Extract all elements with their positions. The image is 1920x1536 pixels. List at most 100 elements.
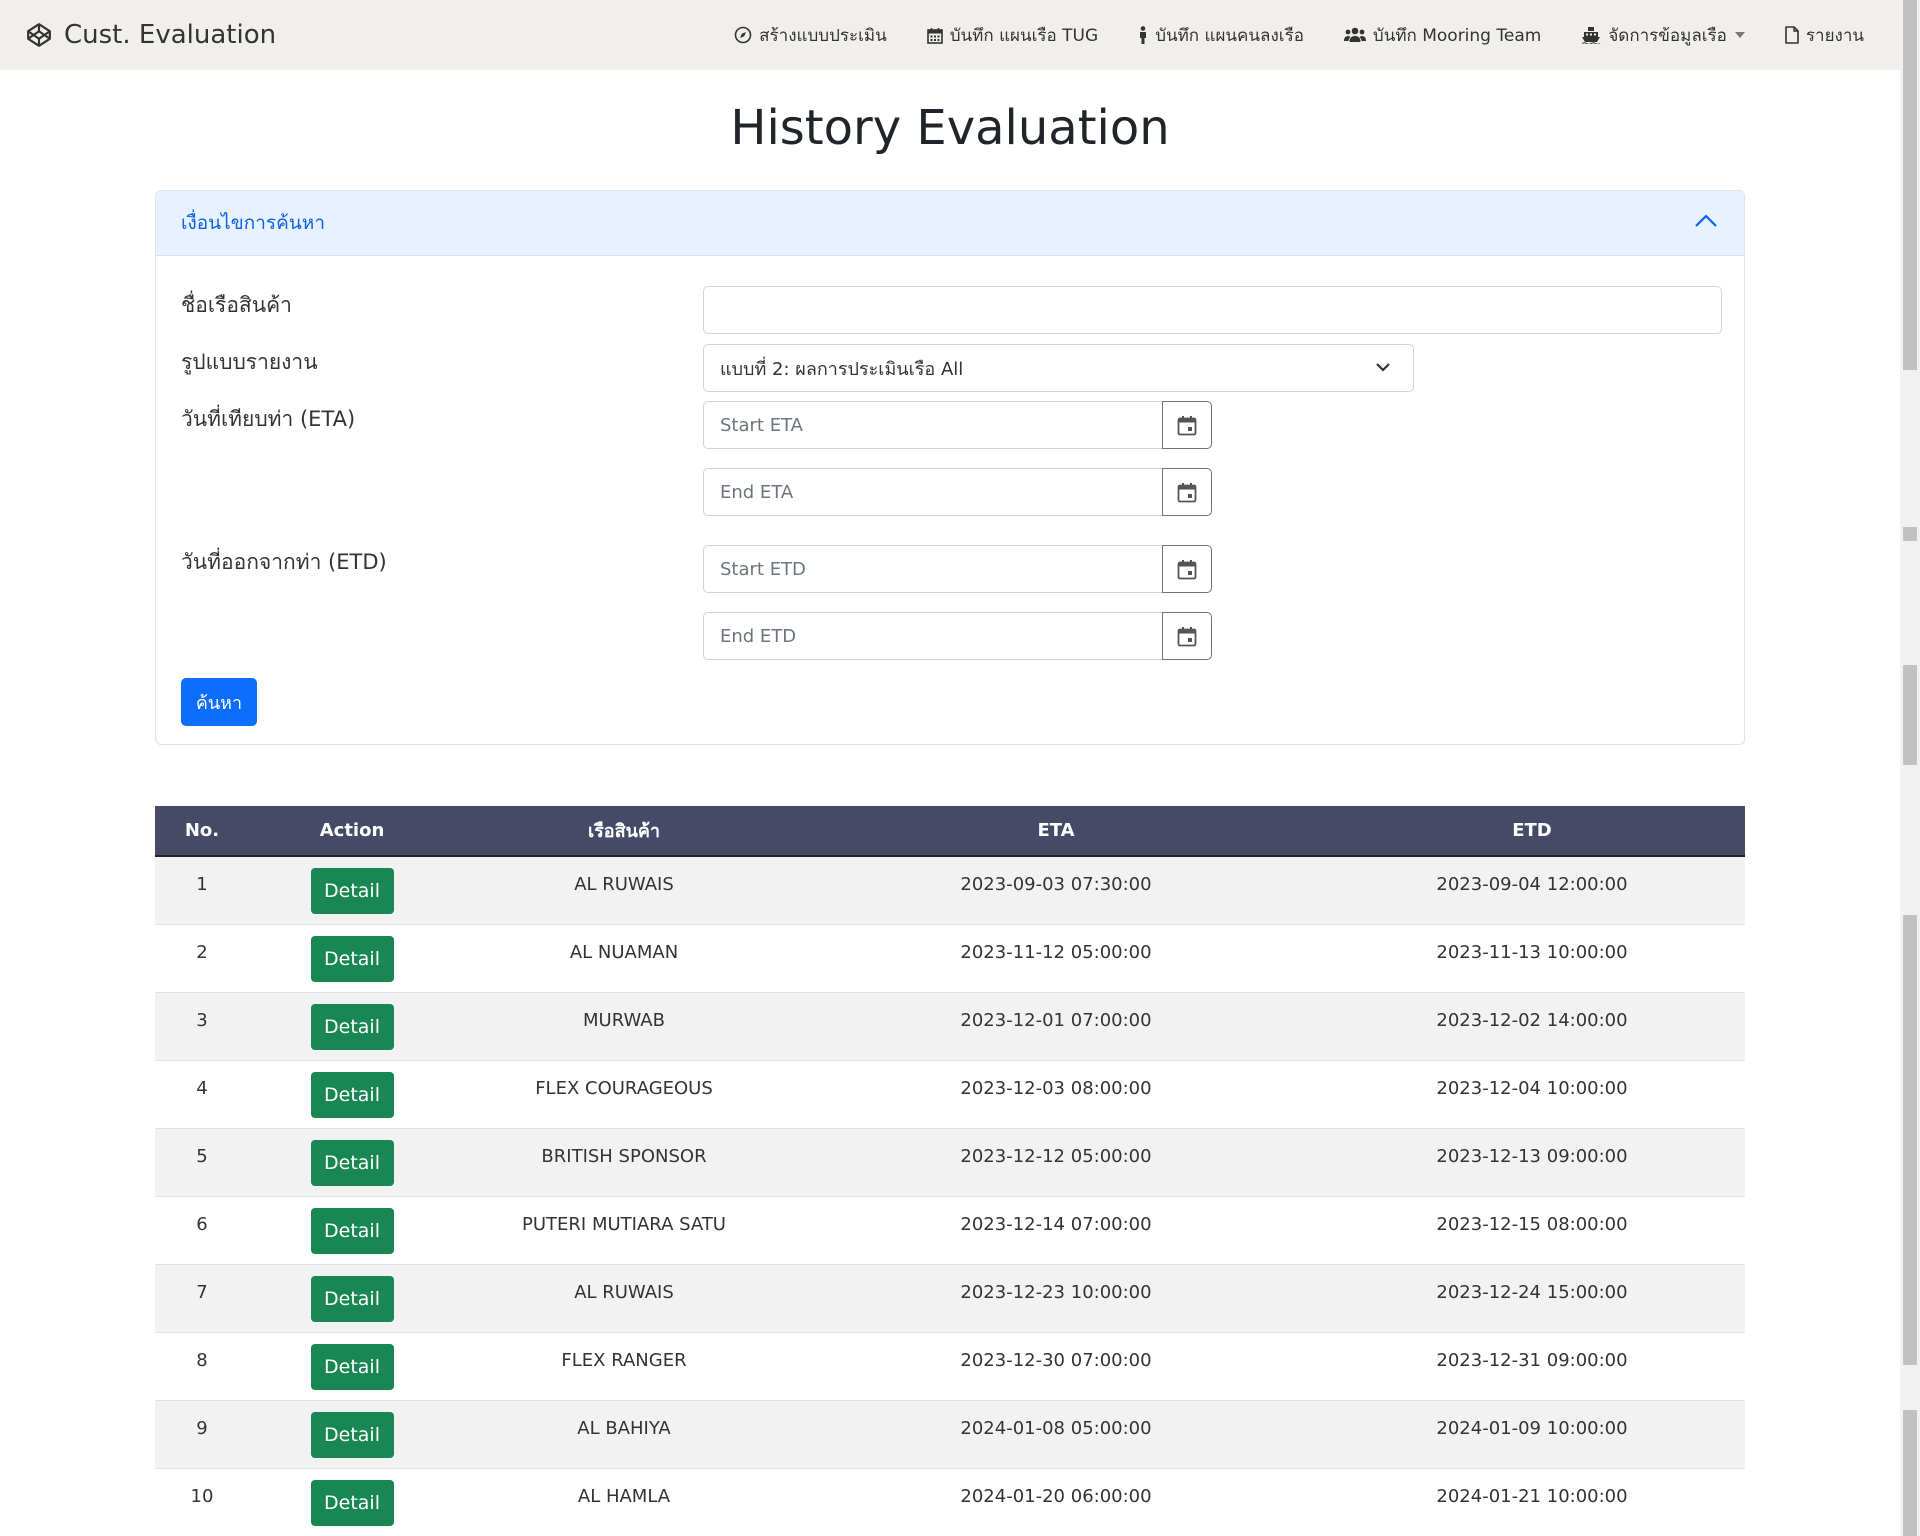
detail-button[interactable]: Detail: [310, 1276, 394, 1322]
start-etd-group: Start ETD: [703, 545, 1212, 593]
cell-no: 7: [196, 1282, 208, 1303]
cell-action: Detail: [249, 1129, 455, 1196]
start-eta-input[interactable]: Start ETA: [703, 401, 1163, 449]
scrollbar-thumb[interactable]: [1903, 915, 1917, 1365]
search-criteria-title: เงื่อนไขการค้นหา: [181, 212, 325, 234]
person-icon: [1140, 26, 1147, 44]
nav-label: สร้างแบบประเมิน: [759, 25, 887, 46]
cell-ship: FLEX COURAGEOUS: [535, 1078, 713, 1099]
scrollbar-thumb[interactable]: [1903, 0, 1917, 370]
cell-no: 1: [196, 874, 208, 895]
end-eta-group: End ETA: [703, 468, 1212, 516]
nav-menu: สร้างแบบประเมิน บันทึก แผนเรือ TUG บันทึ…: [694, 0, 1864, 70]
nav-item-ship-data-dropdown[interactable]: จัดการข้อมูลเรือ: [1581, 22, 1745, 49]
search-criteria-header[interactable]: เงื่อนไขการค้นหา: [156, 191, 1744, 256]
cell-eta: 2024-01-08 05:00:00: [960, 1418, 1152, 1439]
detail-button[interactable]: Detail: [310, 868, 394, 914]
cell-eta: 2023-12-03 08:00:00: [960, 1078, 1152, 1099]
table-row: 6 Detail PUTERI MUTIARA SATU 2023-12-14 07:…: [155, 1197, 1745, 1265]
nav-item-tug-plan[interactable]: บันทึก แผนเรือ TUG: [926, 22, 1099, 49]
cell-ship: AL RUWAIS: [574, 874, 674, 895]
cell-action: Detail: [249, 1469, 455, 1536]
scrollbar-thumb[interactable]: [1903, 665, 1917, 765]
ship-name-label: ชื่อเรือสินค้า: [181, 293, 292, 317]
cell-no: 6: [196, 1214, 208, 1235]
column-header-eta: ETA: [1037, 820, 1075, 841]
calendar-icon: [1177, 559, 1197, 579]
cell-no: 4: [196, 1078, 208, 1099]
end-etd-calendar-button[interactable]: [1162, 612, 1212, 660]
cell-etd: 2023-12-15 08:00:00: [1436, 1214, 1628, 1235]
cell-no: 8: [196, 1350, 208, 1371]
table-row: 5 Detail BRITISH SPONSOR 2023-12-12 05:00:0…: [155, 1129, 1745, 1197]
column-header-action: Action: [319, 820, 385, 841]
table-row: 2 Detail AL NUAMAN 2023-11-12 05:00:00 2023-…: [155, 925, 1745, 993]
nav-item-crew-plan[interactable]: บันทึก แผนคนลงเรือ: [1138, 22, 1304, 49]
column-header-ship: เรือสินค้า: [587, 821, 661, 842]
end-eta-input[interactable]: End ETA: [703, 468, 1163, 516]
cell-action: Detail: [249, 1333, 455, 1400]
cell-etd: 2023-11-13 10:00:00: [1436, 942, 1628, 963]
detail-button[interactable]: Detail: [310, 1140, 394, 1186]
column-header-etd: ETD: [1512, 820, 1552, 841]
cell-etd: 2024-01-09 10:00:00: [1436, 1418, 1628, 1439]
start-etd-input[interactable]: Start ETD: [703, 545, 1163, 593]
search-button[interactable]: ค้นหา: [181, 678, 257, 726]
detail-button[interactable]: Detail: [310, 1344, 394, 1390]
cell-action: Detail: [249, 1265, 455, 1332]
cell-ship: BRITISH SPONSOR: [541, 1146, 707, 1167]
nav-item-report[interactable]: รายงาน: [1785, 22, 1864, 49]
nav-item-mooring-team[interactable]: บันทึก Mooring Team: [1343, 22, 1542, 49]
start-etd-calendar-button[interactable]: [1162, 545, 1212, 593]
eta-label: วันที่เทียบท่า (ETA): [181, 407, 356, 431]
cell-etd: 2023-12-04 10:00:00: [1436, 1078, 1628, 1099]
table-body: 1 Detail AL RUWAIS 2023-09-03 07:30:00 2023-…: [155, 857, 1745, 1536]
detail-button[interactable]: Detail: [310, 1412, 394, 1458]
end-etd-input[interactable]: End ETD: [703, 612, 1163, 660]
detail-button[interactable]: Detail: [310, 1208, 394, 1254]
detail-button[interactable]: Detail: [310, 1072, 394, 1118]
search-criteria-panel: เงื่อนไขการค้นหา ชื่อเรือสินค้า รูปแบบรา…: [155, 190, 1745, 745]
cell-no: 5: [196, 1146, 208, 1167]
calendar-icon: [1177, 415, 1197, 435]
compass-icon: [734, 26, 752, 44]
cell-action: Detail: [249, 1401, 455, 1468]
cell-ship: PUTERI MUTIARA SATU: [522, 1214, 726, 1235]
start-eta-calendar-button[interactable]: [1162, 401, 1212, 449]
detail-button[interactable]: Detail: [310, 1004, 394, 1050]
nav-label: บันทึก แผนเรือ TUG: [949, 25, 1099, 46]
nav-label: รายงาน: [1805, 25, 1864, 46]
table-row: 7 Detail AL RUWAIS 2023-12-23 10:00:00 2023-…: [155, 1265, 1745, 1333]
ship-name-input[interactable]: [703, 286, 1722, 334]
vertical-scrollbar[interactable]: [1900, 0, 1920, 1536]
nav-label: บันทึก Mooring Team: [1372, 25, 1542, 46]
detail-button[interactable]: Detail: [310, 1480, 394, 1526]
cell-eta: 2023-12-14 07:00:00: [960, 1214, 1152, 1235]
cell-action: Detail: [249, 1197, 455, 1264]
cell-ship: MURWAB: [583, 1010, 665, 1031]
table-row: 4 Detail FLEX COURAGEOUS 2023-12-03 08:00:0…: [155, 1061, 1745, 1129]
chevron-up-icon: [1695, 214, 1717, 227]
scrollbar-thumb[interactable]: [1903, 527, 1917, 541]
end-eta-calendar-button[interactable]: [1162, 468, 1212, 516]
cell-eta: 2023-12-30 07:00:00: [960, 1350, 1152, 1371]
users-icon: [1343, 27, 1366, 42]
report-type-value: แบบที่ 2: ผลการประเมินเรือ All: [720, 358, 964, 380]
start-eta-group: Start ETA: [703, 401, 1212, 449]
cell-ship: AL RUWAIS: [574, 1282, 674, 1303]
cell-action: Detail: [249, 993, 455, 1060]
nav-item-create-evaluation[interactable]: สร้างแบบประเมิน: [734, 22, 887, 49]
cell-ship: AL BAHIYA: [577, 1418, 671, 1439]
nav-label: จัดการข้อมูลเรือ: [1608, 25, 1727, 46]
cell-eta: 2023-09-03 07:30:00: [960, 874, 1152, 895]
brand[interactable]: Cust. Evaluation: [26, 0, 276, 70]
calendar-icon: [926, 27, 943, 44]
cell-etd: 2023-12-31 09:00:00: [1436, 1350, 1628, 1371]
scrollbar-thumb[interactable]: [1903, 1410, 1917, 1536]
table-row: 8 Detail FLEX RANGER 2023-12-30 07:00:00 202…: [155, 1333, 1745, 1401]
cell-action: Detail: [249, 925, 455, 992]
cell-etd: 2024-01-21 10:00:00: [1436, 1486, 1628, 1507]
cell-no: 9: [196, 1418, 208, 1439]
report-type-select[interactable]: แบบที่ 2: ผลการประเมินเรือ All: [703, 344, 1414, 392]
detail-button[interactable]: Detail: [310, 936, 394, 982]
